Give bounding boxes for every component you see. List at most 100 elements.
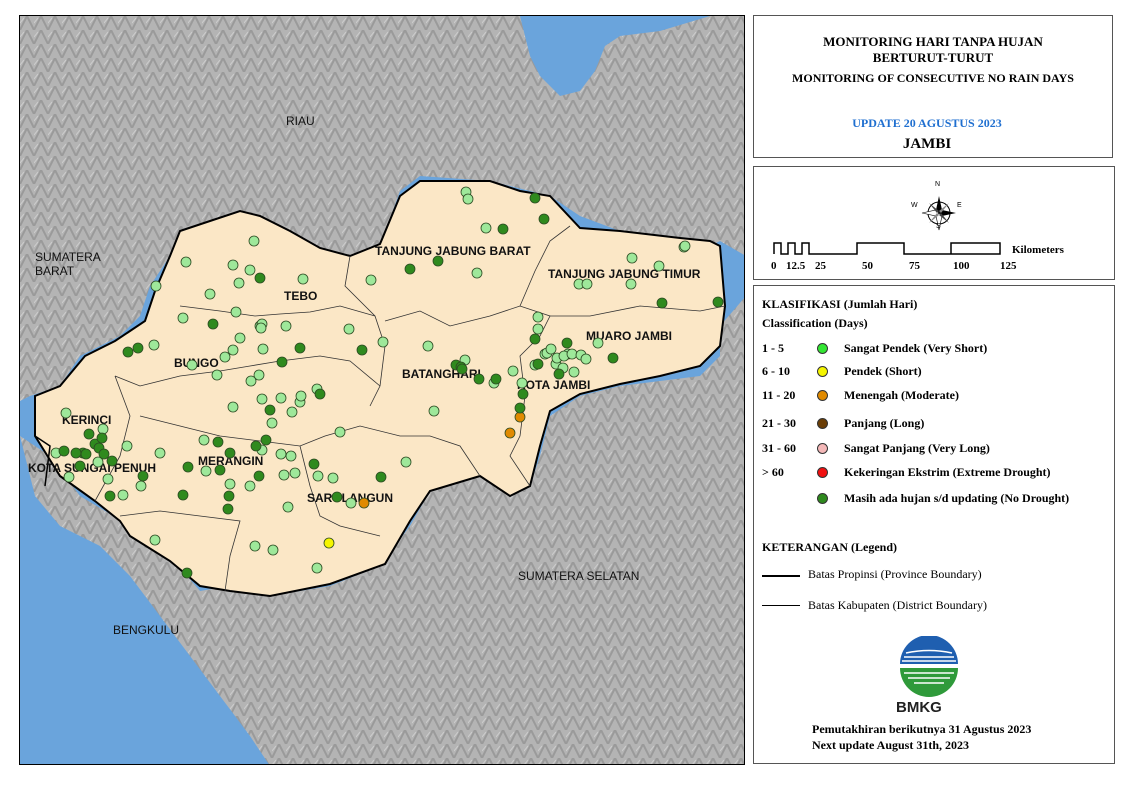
rain-station-marker[interactable] xyxy=(566,348,578,360)
rain-station-marker[interactable] xyxy=(198,434,210,446)
rain-station-marker[interactable] xyxy=(538,213,550,225)
rain-station-marker[interactable] xyxy=(233,277,245,289)
rain-station-marker[interactable] xyxy=(214,464,226,476)
rain-station-marker[interactable] xyxy=(358,497,370,509)
rain-station-marker[interactable] xyxy=(507,365,519,377)
rain-station-marker[interactable] xyxy=(58,445,70,457)
rain-station-marker[interactable] xyxy=(224,478,236,490)
rain-station-marker[interactable] xyxy=(230,306,242,318)
rain-station-marker[interactable] xyxy=(289,467,301,479)
rain-station-marker[interactable] xyxy=(212,436,224,448)
rain-station-marker[interactable] xyxy=(121,440,133,452)
rain-station-marker[interactable] xyxy=(250,440,262,452)
rain-station-marker[interactable] xyxy=(207,318,219,330)
rain-station-marker[interactable] xyxy=(314,388,326,400)
rain-station-marker[interactable] xyxy=(311,562,323,574)
rain-station-marker[interactable] xyxy=(308,458,320,470)
rain-station-marker[interactable] xyxy=(712,296,724,308)
rain-station-marker[interactable] xyxy=(285,450,297,462)
rain-station-marker[interactable] xyxy=(260,434,272,446)
rain-station-marker[interactable] xyxy=(275,392,287,404)
rain-station-marker[interactable] xyxy=(679,240,691,252)
rain-station-marker[interactable] xyxy=(553,368,565,380)
rain-station-marker[interactable] xyxy=(257,343,269,355)
rain-station-marker[interactable] xyxy=(223,490,235,502)
rain-station-marker[interactable] xyxy=(504,427,516,439)
rain-station-marker[interactable] xyxy=(63,471,75,483)
rain-station-marker[interactable] xyxy=(227,259,239,271)
rain-station-marker[interactable] xyxy=(132,342,144,354)
rain-station-marker[interactable] xyxy=(150,280,162,292)
rain-station-marker[interactable] xyxy=(149,534,161,546)
rain-station-marker[interactable] xyxy=(248,235,260,247)
rain-station-marker[interactable] xyxy=(490,373,502,385)
rain-station-marker[interactable] xyxy=(294,342,306,354)
rain-station-marker[interactable] xyxy=(517,388,529,400)
rain-station-marker[interactable] xyxy=(456,363,468,375)
rain-station-marker[interactable] xyxy=(400,456,412,468)
rain-station-marker[interactable] xyxy=(365,274,377,286)
rain-station-marker[interactable] xyxy=(532,311,544,323)
rain-station-marker[interactable] xyxy=(428,405,440,417)
rain-station-marker[interactable] xyxy=(580,353,592,365)
rain-station-marker[interactable] xyxy=(267,544,279,556)
rain-station-marker[interactable] xyxy=(462,193,474,205)
rain-station-marker[interactable] xyxy=(254,272,266,284)
rain-station-marker[interactable] xyxy=(278,469,290,481)
rain-station-marker[interactable] xyxy=(276,356,288,368)
rain-station-marker[interactable] xyxy=(323,537,335,549)
rain-station-marker[interactable] xyxy=(568,366,580,378)
rain-station-marker[interactable] xyxy=(297,273,309,285)
rain-station-marker[interactable] xyxy=(74,460,86,472)
map-frame[interactable]: RIAU SUMATERA BARAT SUMATERA SELATAN BEN… xyxy=(19,15,745,765)
rain-station-marker[interactable] xyxy=(516,377,528,389)
rain-station-marker[interactable] xyxy=(98,448,110,460)
rain-station-marker[interactable] xyxy=(204,288,216,300)
rain-station-marker[interactable] xyxy=(653,260,665,272)
rain-station-marker[interactable] xyxy=(177,489,189,501)
rain-station-marker[interactable] xyxy=(253,470,265,482)
rain-station-marker[interactable] xyxy=(312,470,324,482)
rain-station-marker[interactable] xyxy=(471,267,483,279)
rain-station-marker[interactable] xyxy=(70,447,82,459)
rain-station-marker[interactable] xyxy=(592,337,604,349)
rain-station-marker[interactable] xyxy=(280,320,292,332)
rain-station-marker[interactable] xyxy=(266,417,278,429)
rain-station-marker[interactable] xyxy=(135,480,147,492)
rain-station-marker[interactable] xyxy=(607,352,619,364)
rain-station-marker[interactable] xyxy=(182,461,194,473)
rain-station-marker[interactable] xyxy=(377,336,389,348)
rain-station-marker[interactable] xyxy=(345,497,357,509)
rain-station-marker[interactable] xyxy=(227,401,239,413)
rain-station-marker[interactable] xyxy=(104,490,116,502)
rain-station-marker[interactable] xyxy=(581,278,593,290)
rain-station-marker[interactable] xyxy=(497,223,509,235)
rain-station-marker[interactable] xyxy=(137,470,149,482)
rain-station-marker[interactable] xyxy=(80,448,92,460)
rain-station-marker[interactable] xyxy=(211,369,223,381)
rain-station-marker[interactable] xyxy=(122,346,134,358)
rain-station-marker[interactable] xyxy=(561,337,573,349)
rain-station-marker[interactable] xyxy=(180,256,192,268)
rain-station-marker[interactable] xyxy=(432,255,444,267)
rain-station-marker[interactable] xyxy=(626,252,638,264)
rain-station-marker[interactable] xyxy=(404,263,416,275)
rain-station-marker[interactable] xyxy=(529,333,541,345)
rain-station-marker[interactable] xyxy=(60,407,72,419)
rain-station-marker[interactable] xyxy=(244,264,256,276)
rain-station-marker[interactable] xyxy=(222,503,234,515)
rain-station-marker[interactable] xyxy=(200,465,212,477)
rain-station-marker[interactable] xyxy=(327,472,339,484)
rain-station-marker[interactable] xyxy=(255,322,267,334)
rain-station-marker[interactable] xyxy=(514,411,526,423)
rain-station-marker[interactable] xyxy=(154,447,166,459)
rain-station-marker[interactable] xyxy=(264,404,276,416)
rain-station-marker[interactable] xyxy=(249,540,261,552)
rain-station-marker[interactable] xyxy=(473,373,485,385)
rain-station-marker[interactable] xyxy=(375,471,387,483)
rain-station-marker[interactable] xyxy=(244,480,256,492)
rain-station-marker[interactable] xyxy=(106,455,118,467)
rain-station-marker[interactable] xyxy=(480,222,492,234)
rain-station-marker[interactable] xyxy=(331,491,343,503)
rain-station-marker[interactable] xyxy=(529,192,541,204)
